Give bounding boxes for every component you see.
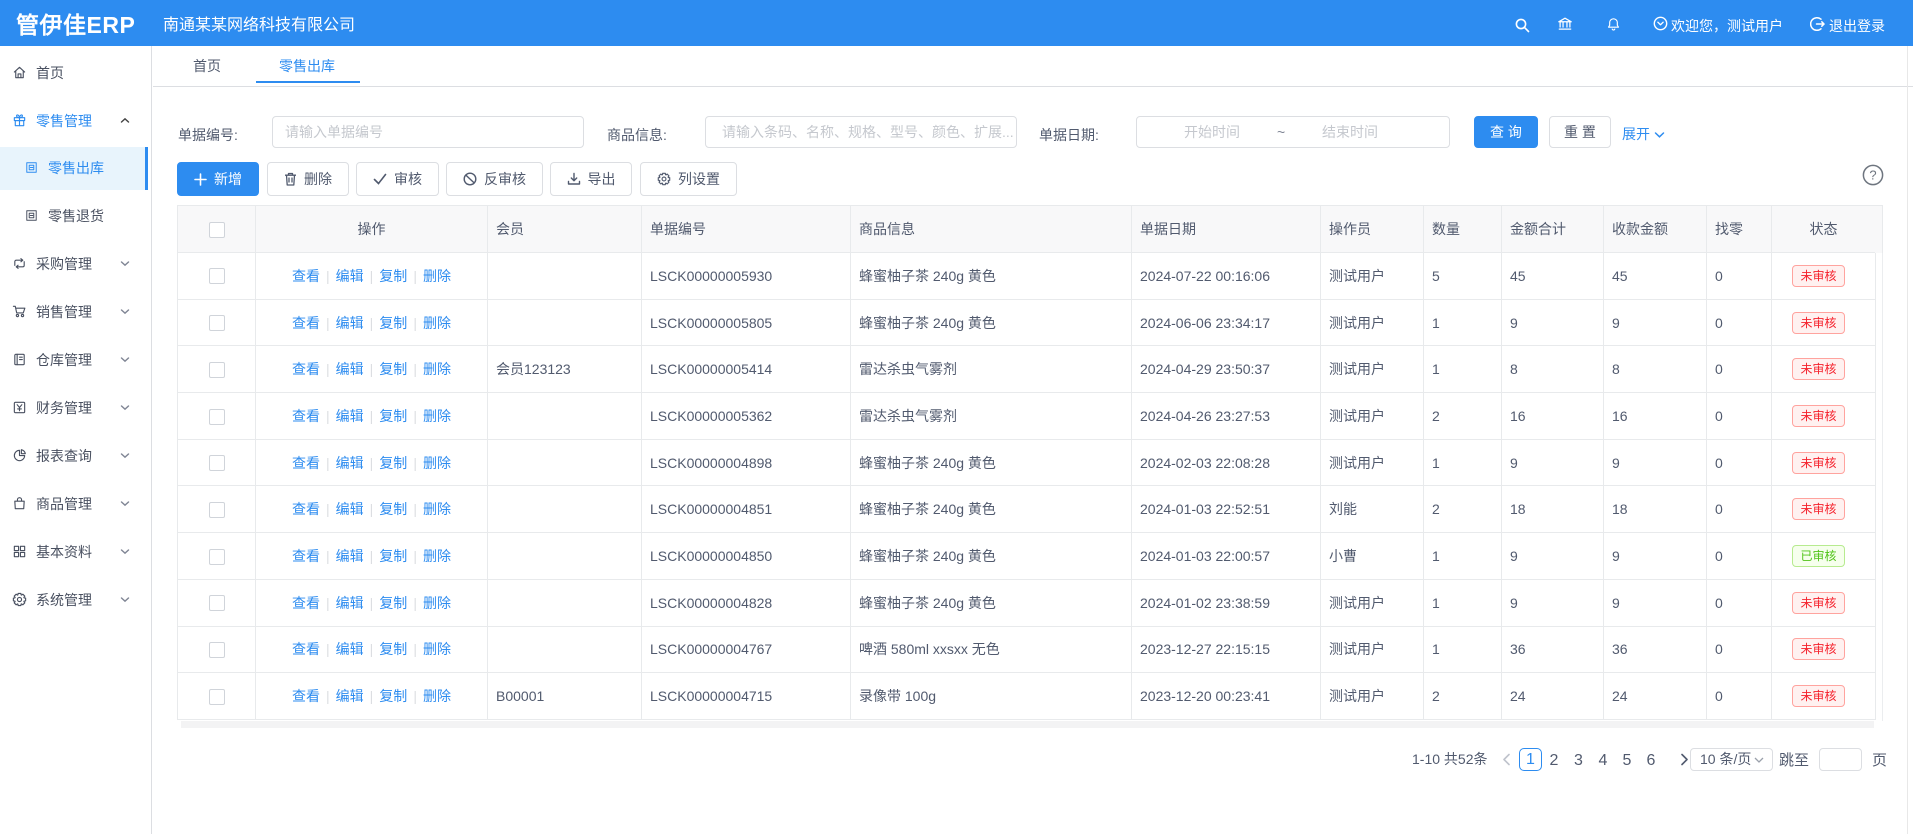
svg-text:?: ?	[1869, 168, 1876, 183]
